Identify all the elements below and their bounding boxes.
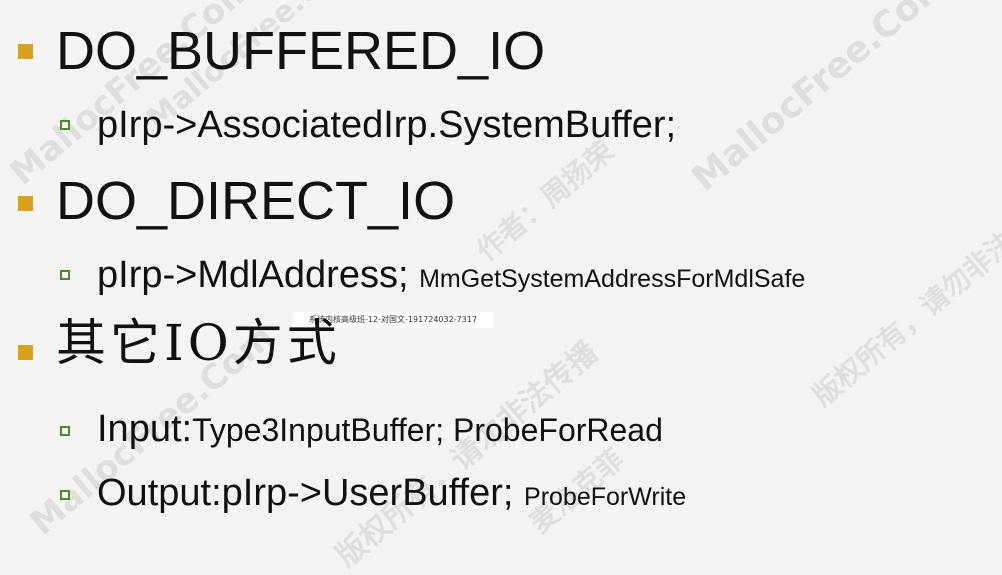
direct-io-note: MmGetSystemAddressForMdlSafe — [419, 265, 806, 293]
bullet-hollow-square-icon — [60, 490, 70, 500]
heading-buffered-io: DO_BUFFERED_IO — [56, 21, 546, 81]
output-note: ProbeForWrite — [524, 483, 687, 511]
bullet-hollow-square-icon — [60, 120, 70, 130]
bullet-hollow-square-icon — [60, 270, 70, 280]
input-label: Input: — [97, 408, 193, 450]
bullet-hollow-square-icon — [60, 426, 70, 436]
heading-other-io: 其它IO方式 — [56, 314, 341, 372]
watermark-notice: 版权所有，请勿非法传播 — [806, 189, 1002, 413]
output-label: Output:pIrp->UserBuffer; — [97, 472, 514, 514]
direct-io-detail: pIrp->MdlAddress; MmGetSystemAddressForM… — [97, 256, 805, 294]
watermark-notice: 版权所有，请勿非法传播 — [329, 335, 605, 575]
watermark-brand: MallocFree.Com — [684, 0, 958, 200]
watermark-notice: 作者：周扬荣 — [470, 134, 620, 268]
buffered-io-detail: pIrp->AssociatedIrp.SystemBuffer; — [97, 104, 677, 146]
input-value: Type3InputBuffer; ProbeForRead — [192, 412, 663, 448]
direct-io-mdl-address: pIrp->MdlAddress; — [97, 254, 409, 296]
bullet-square-icon — [18, 44, 33, 59]
bullet-square-icon — [18, 196, 33, 211]
other-io-output: Output:pIrp->UserBuffer; ProbeForWrite — [97, 474, 686, 512]
heading-direct-io: DO_DIRECT_IO — [56, 171, 456, 231]
other-io-input: Input:Type3InputBuffer; ProbeForRead — [97, 410, 663, 448]
bullet-square-icon — [18, 345, 33, 360]
